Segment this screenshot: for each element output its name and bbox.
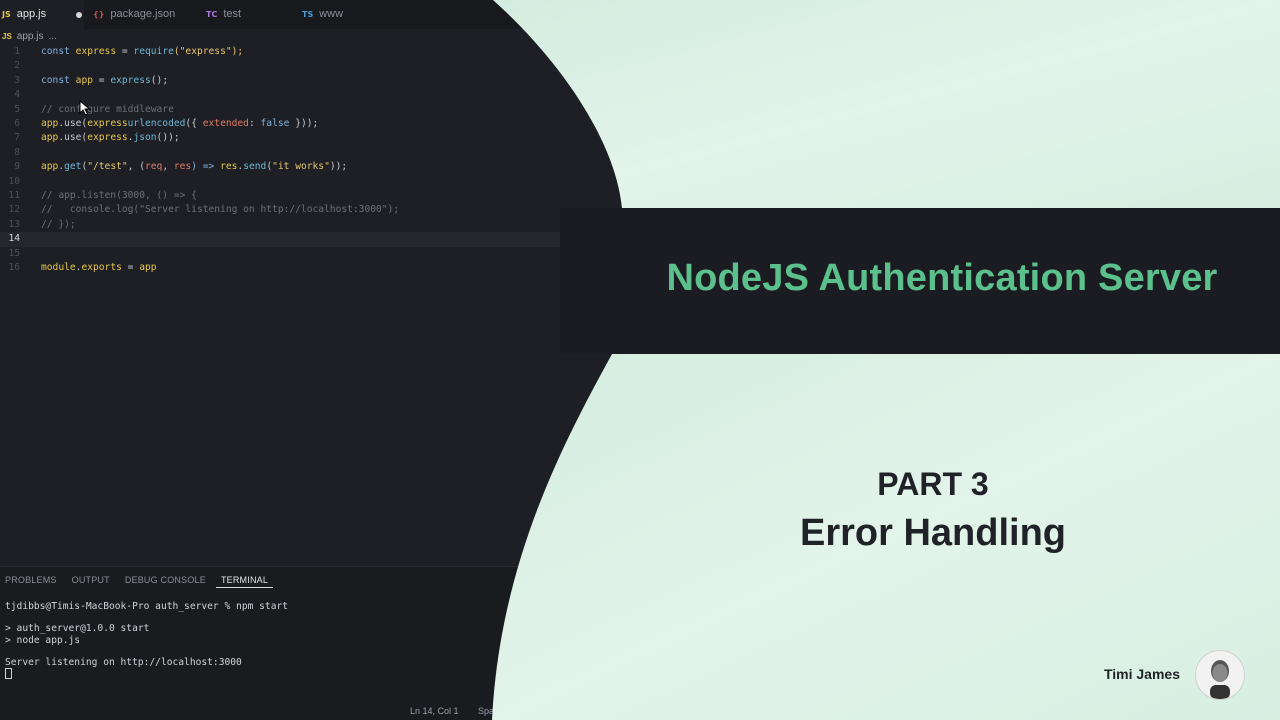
author-name: Timi James	[1103, 666, 1180, 682]
topic-title: Error Handling	[799, 512, 1067, 554]
avatar	[1195, 650, 1245, 700]
video-title: NodeJS Authentication Server	[666, 257, 1218, 299]
title-overlay: NodeJS Authentication Server PART 3 Erro…	[0, 0, 1280, 720]
part-label: PART 3	[877, 466, 989, 502]
author-portrait-icon	[1196, 651, 1244, 699]
mint-curve-background	[492, 0, 1280, 720]
